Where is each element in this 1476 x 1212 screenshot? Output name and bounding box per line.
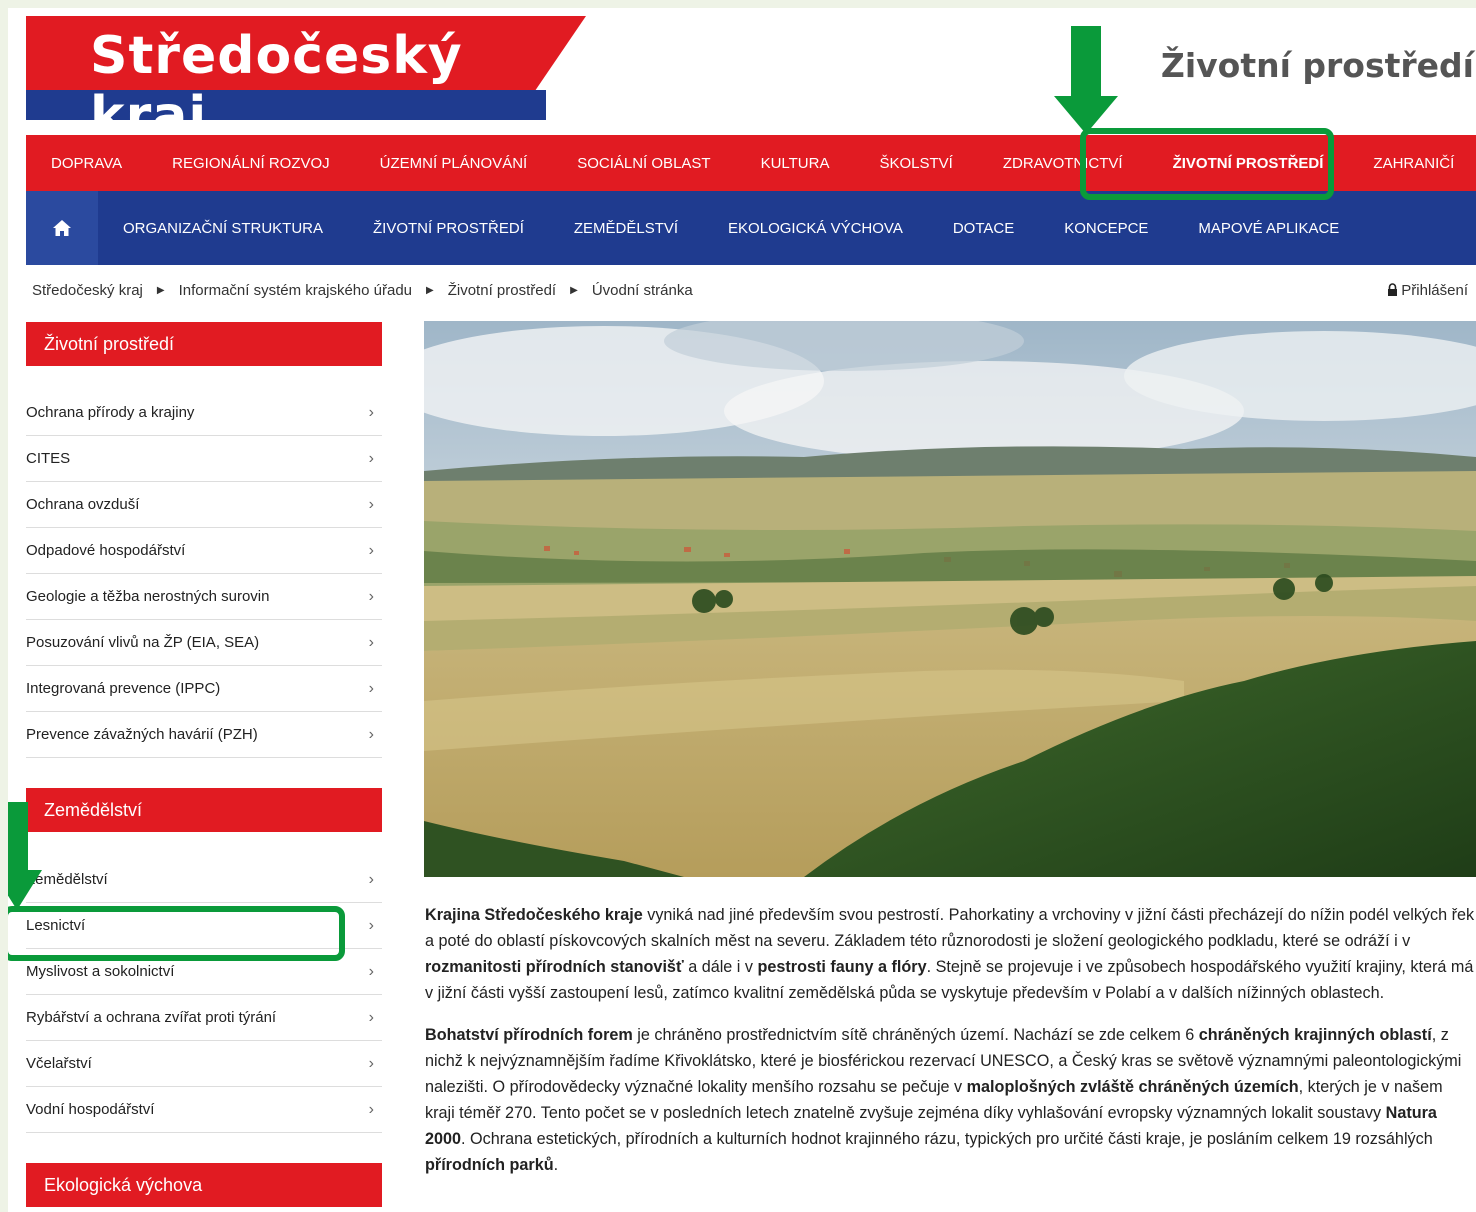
subnav-ekologicka-vychova[interactable]: EKOLOGICKÁ VÝCHOVA [703,220,928,237]
sidebar-item-ochrana-prirody[interactable]: Ochrana přírody a krajiny › [26,390,382,436]
sidebar-item-zemedelstvi[interactable]: Zemědělství › [26,857,382,903]
nav-item-socialni-oblast[interactable]: SOCIÁLNÍ OBLAST [552,155,735,172]
chevron-right-icon: › [368,541,374,559]
landscape-photo [424,321,1476,877]
sidebar-item-eia-sea[interactable]: Posuzování vlivů na ŽP (EIA, SEA) › [26,620,382,666]
breadcrumb-separator-icon: ▶ [156,285,165,296]
text-run: . Ochrana estetických, přírodních a kult… [461,1130,1433,1148]
paragraph-1: Krajina Středočeského kraje vyniká nad j… [425,902,1475,1006]
highlight-box [8,906,345,961]
nav-item-skolstvi[interactable]: ŠKOLSTVÍ [854,155,977,172]
chevron-right-icon: › [368,870,374,888]
bold-text: chráněných krajinných oblastí [1198,1026,1432,1044]
text-run: . [553,1156,559,1174]
sidebar-heading-env[interactable]: Životní prostředí [26,322,382,366]
sidebar-item-ochrana-ovzdusi[interactable]: Ochrana ovzduší › [26,482,382,528]
sidebar-item-cites[interactable]: CITES › [26,436,382,482]
breadcrumb: Středočeský kraj ▶ Informační systém kra… [32,282,693,299]
chevron-right-icon: › [368,1100,374,1118]
sidebar-item-odpadove-hospodarstvi[interactable]: Odpadové hospodářství › [26,528,382,574]
subnav-organizacni-struktura[interactable]: ORGANIZAČNÍ STRUKTURA [98,220,348,237]
sidebar-list-agri: Zemědělství › Lesnictví › Myslivost a soko… [26,857,382,1133]
page: Středočeský kraj Životní prostředí DOPRA… [8,8,1476,1212]
subnav-zemedelstvi[interactable]: ZEMĚDĚLSTVÍ [549,220,703,237]
breadcrumb-separator-icon: ▶ [426,285,434,296]
breadcrumb-link[interactable]: Středočeský kraj [32,282,143,299]
sidebar-list-env: Ochrana přírody a krajiny › CITES › Ochran… [26,390,382,758]
sidebar-item-vcelarstvi[interactable]: Včelařství › [26,1041,382,1087]
nav-item-doprava[interactable]: DOPRAVA [26,155,147,172]
chevron-right-icon: › [368,962,374,980]
chevron-right-icon: › [368,1054,374,1072]
down-arrow-icon [1054,26,1118,134]
home-button[interactable] [26,191,98,265]
article-content: Krajina Středočeského kraje vyniká nad j… [425,902,1475,1194]
bold-text: rozmanitosti přírodních stanovišť [425,958,684,976]
breadcrumb-link[interactable]: Informační systém krajského úřadu [179,282,412,299]
login-label: Přihlášení [1401,282,1468,299]
home-icon [53,220,71,236]
chevron-right-icon: › [368,725,374,743]
bold-text: maloplošných zvláště chráněných územích [966,1078,1299,1096]
bold-text: pestrosti fauny a flóry [757,958,927,976]
paragraph-2: Bohatství přírodních forem je chráněno p… [425,1022,1475,1178]
bold-text: přírodních parků [425,1156,554,1174]
sidebar-heading-agri[interactable]: Zemědělství [26,788,382,832]
breadcrumb-separator-icon: ▶ [570,285,578,296]
site-logo[interactable]: Středočeský kraj [26,16,586,146]
sidebar-item-ippc[interactable]: Integrovaná prevence (IPPC) › [26,666,382,712]
sidebar-item-vodni-hospodarstvi[interactable]: Vodní hospodářství › [26,1087,382,1133]
subnav-zivotni-prostredi[interactable]: ŽIVOTNÍ PROSTŘEDÍ [348,220,549,237]
section-title: Životní prostředí [1160,46,1474,85]
down-arrow-icon [8,802,42,910]
sub-navigation: ORGANIZAČNÍ STRUKTURA ŽIVOTNÍ PROSTŘEDÍ … [26,191,1476,265]
subnav-mapove-aplikace[interactable]: MAPOVÉ APLIKACE [1173,220,1364,237]
lock-icon [1388,283,1398,296]
chevron-right-icon: › [368,495,374,513]
chevron-right-icon: › [368,587,374,605]
text-run: a dále i v [683,958,758,976]
nav-item-uzemni-planovani[interactable]: ÚZEMNÍ PLÁNOVÁNÍ [355,155,553,172]
chevron-right-icon: › [368,1008,374,1026]
breadcrumb-current: Úvodní stránka [591,282,693,299]
sidebar-item-rybarstvi[interactable]: Rybářství a ochrana zvířat proti týrání › [26,995,382,1041]
nav-item-zahranici[interactable]: ZAHRANIČÍ [1348,155,1476,172]
bold-text: Krajina Středočeského kraje [425,906,643,924]
logo-text: Středočeský kraj [90,26,463,146]
nav-item-kultura[interactable]: KULTURA [736,155,855,172]
text-run: je chráněno prostřednictvím sítě chráněn… [632,1026,1199,1044]
chevron-right-icon: › [368,633,374,651]
chevron-right-icon: › [368,449,374,467]
chevron-right-icon: › [368,403,374,421]
sidebar-item-geologie[interactable]: Geologie a těžba nerostných surovin › [26,574,382,620]
nav-item-regionalni-rozvoj[interactable]: REGIONÁLNÍ ROZVOJ [147,155,355,172]
subnav-koncepce[interactable]: KONCEPCE [1039,220,1173,237]
subnav-dotace[interactable]: DOTACE [928,220,1039,237]
sidebar-heading-eco[interactable]: Ekologická výchova [26,1163,382,1207]
breadcrumb-link[interactable]: Životní prostředí [448,282,556,299]
login-link[interactable]: Přihlášení [1387,282,1468,299]
highlight-box [1080,128,1334,200]
chevron-right-icon: › [368,679,374,697]
chevron-right-icon: › [368,916,374,934]
bold-text: Bohatství přírodních forem [425,1026,633,1044]
sidebar-item-pzh[interactable]: Prevence závažných havárií (PZH) › [26,712,382,758]
